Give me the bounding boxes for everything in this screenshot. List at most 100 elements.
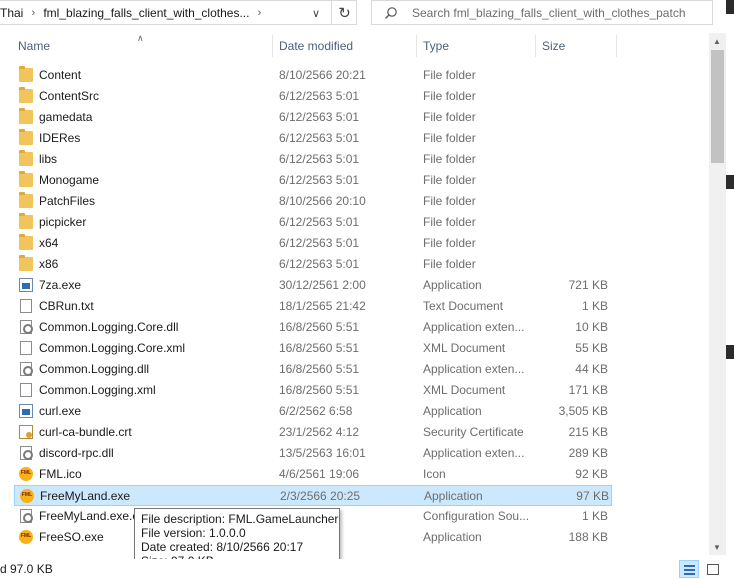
- settings-file-icon: [20, 320, 33, 334]
- file-date-modified: 8/10/2566 20:10: [279, 194, 366, 208]
- file-row[interactable]: x86 6/12/2563 5:01 File folder: [14, 254, 612, 275]
- file-row[interactable]: curl.exe 6/2/2562 6:58 Application 3,505 KB: [14, 401, 612, 422]
- column-header-date[interactable]: Date modified: [273, 33, 416, 59]
- file-name: CBRun.txt: [39, 299, 94, 313]
- file-type: File folder: [423, 131, 476, 145]
- breadcrumb-separator-icon[interactable]: ›: [23, 7, 43, 19]
- breadcrumb-current[interactable]: fml_blazing_falls_client_with_clothes...: [43, 6, 249, 20]
- file-date-modified: 6/12/2563 5:01: [279, 236, 360, 250]
- large-icons-view-icon: [707, 564, 719, 575]
- file-row[interactable]: curl-ca-bundle.crt 23/1/2562 4:12 Security…: [14, 422, 612, 443]
- file-size: 215 KB: [568, 425, 608, 439]
- scrollbar-thumb[interactable]: [711, 50, 724, 163]
- file-date-modified: 23/1/2562 4:12: [279, 425, 360, 439]
- file-date-modified: 13/5/2563 16:01: [279, 446, 366, 460]
- file-name: Content: [39, 68, 82, 82]
- file-row[interactable]: 7za.exe 30/12/2561 2:00 Application 721 KB: [14, 275, 612, 296]
- file-type: XML Document: [423, 341, 506, 355]
- file-date-modified: 2/3/2566 20:25: [280, 489, 361, 503]
- file-size: 44 KB: [575, 362, 608, 376]
- file-row[interactable]: picpicker 6/12/2563 5:01 File folder: [14, 212, 612, 233]
- column-header-size[interactable]: Size: [536, 33, 616, 59]
- folder-icon: [19, 192, 33, 208]
- background-window-bar: [726, 345, 734, 359]
- file-row[interactable]: Common.Logging.Core.dll 16/8/2560 5:51 App…: [14, 317, 612, 338]
- file-date-modified: 16/8/2560 5:51: [279, 320, 360, 334]
- file-name: IDERes: [39, 131, 81, 145]
- file-type: Security Certificate: [423, 425, 524, 439]
- file-date-modified: 16/8/2560 5:51: [279, 341, 360, 355]
- scroll-up-icon[interactable]: ▲: [713, 37, 721, 46]
- tooltip-version: File version: 1.0.0.0: [141, 526, 246, 540]
- file-date-modified: 6/12/2563 5:01: [279, 152, 360, 166]
- file-name: Common.Logging.Core.dll: [39, 320, 179, 334]
- file-row[interactable]: IDERes 6/12/2563 5:01 File folder: [14, 128, 612, 149]
- file-type: Application: [424, 489, 483, 503]
- file-name: picpicker: [39, 215, 87, 229]
- file-row[interactable]: PatchFiles 8/10/2566 20:10 File folder: [14, 191, 612, 212]
- file-type: File folder: [423, 173, 476, 187]
- file-name: curl.exe: [39, 404, 82, 418]
- file-date-modified: 6/12/2563 5:01: [279, 215, 360, 229]
- tooltip-description: File description: FML.GameLauncher: [141, 512, 339, 526]
- file-row[interactable]: FreeMyLand.exe 2/3/2566 20:25 Application 9…: [14, 485, 612, 506]
- file-type: File folder: [423, 68, 476, 82]
- file-row[interactable]: CBRun.txt 18/1/2565 21:42 Text Document 1 K…: [14, 296, 612, 317]
- folder-icon: [19, 255, 33, 271]
- folder-icon: [19, 213, 33, 229]
- file-date-modified: 6/12/2563 5:01: [279, 257, 360, 271]
- file-date-modified: 6/2/2562 6:58: [279, 404, 353, 418]
- file-type: Application: [423, 404, 482, 418]
- file-name: gamedata: [39, 110, 93, 124]
- file-row[interactable]: Common.Logging.xml 16/8/2560 5:51 XML Docu…: [14, 380, 612, 401]
- application-icon: [19, 278, 33, 292]
- file-type: Icon: [423, 467, 446, 481]
- vertical-scrollbar[interactable]: ▲ ▼: [709, 33, 726, 555]
- file-date-modified: 6/12/2563 5:01: [279, 131, 360, 145]
- file-date-modified: 6/12/2563 5:01: [279, 173, 360, 187]
- file-date-modified: 16/8/2560 5:51: [279, 383, 360, 397]
- scroll-down-icon[interactable]: ▼: [713, 543, 721, 552]
- file-type: File folder: [423, 236, 476, 250]
- column-divider[interactable]: [616, 35, 617, 57]
- file-row[interactable]: Monogame 6/12/2563 5:01 File folder: [14, 170, 612, 191]
- file-type: Application exten...: [423, 362, 525, 376]
- file-size: 721 KB: [568, 278, 608, 292]
- file-name: 7za.exe: [39, 278, 82, 292]
- settings-file-icon: [20, 446, 33, 460]
- breadcrumb-parent[interactable]: Thai: [0, 6, 23, 20]
- folder-icon: [19, 66, 33, 82]
- file-row[interactable]: discord-rpc.dll 13/5/2563 16:01 Applicatio…: [14, 443, 612, 464]
- file-row[interactable]: Common.Logging.Core.xml 16/8/2560 5:51 XML…: [14, 338, 612, 359]
- document-icon: [20, 341, 32, 355]
- file-row[interactable]: x64 6/12/2563 5:01 File folder: [14, 233, 612, 254]
- file-row[interactable]: Common.Logging.dll 16/8/2560 5:51 Applicat…: [14, 359, 612, 380]
- file-type: Application: [423, 530, 482, 544]
- details-view-icon: [684, 565, 695, 567]
- column-header-name[interactable]: Name: [12, 33, 272, 59]
- file-row[interactable]: Content 8/10/2566 20:21 File folder: [14, 65, 612, 86]
- file-row[interactable]: gamedata 6/12/2563 5:01 File folder: [14, 107, 612, 128]
- background-window-edge: [726, 0, 734, 560]
- tooltip-date-created: Date created: 8/10/2566 20:17: [141, 540, 304, 554]
- large-icons-view-button[interactable]: [703, 560, 723, 578]
- details-view-button[interactable]: [679, 560, 699, 578]
- column-header-type[interactable]: Type: [417, 33, 535, 59]
- file-row[interactable]: ContentSrc 6/12/2563 5:01 File folder: [14, 86, 612, 107]
- file-date-modified: 30/12/2561 2:00: [279, 278, 366, 292]
- breadcrumb-chevron-icon[interactable]: ›: [249, 7, 269, 19]
- file-date-modified: 6/12/2563 5:01: [279, 89, 360, 103]
- file-row[interactable]: libs 6/12/2563 5:01 File folder: [14, 149, 612, 170]
- folder-icon: [19, 129, 33, 145]
- column-header-row: ∧ Name Date modified Type Size: [0, 33, 709, 59]
- address-history-dropdown-icon[interactable]: ∨: [303, 1, 329, 25]
- file-name: FreeSO.exe: [39, 530, 104, 544]
- file-name: x86: [39, 257, 59, 271]
- address-bar[interactable]: Thai › fml_blazing_falls_client_with_clo…: [0, 0, 357, 25]
- search-box[interactable]: Search fml_blazing_falls_client_with_clo…: [371, 0, 713, 25]
- background-window-bar: [726, 0, 734, 14]
- refresh-icon[interactable]: ↻: [331, 1, 357, 25]
- background-window-bar: [726, 175, 734, 189]
- file-row[interactable]: FML.ico 4/6/2561 19:06 Icon 92 KB: [14, 464, 612, 485]
- file-type: File folder: [423, 152, 476, 166]
